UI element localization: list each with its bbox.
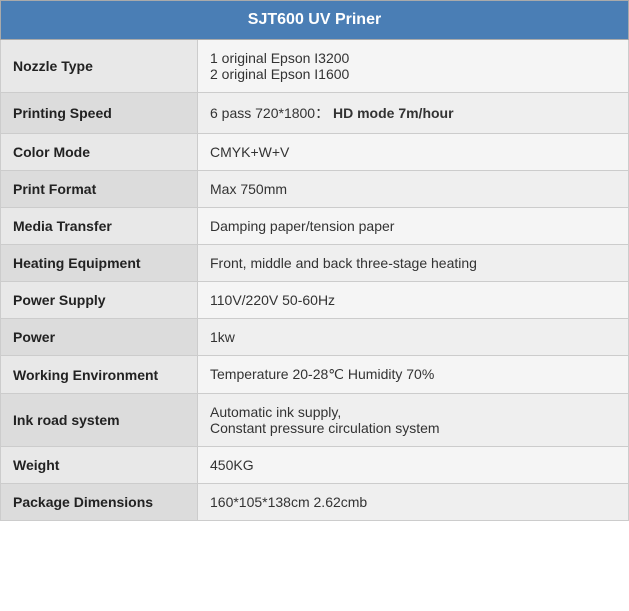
row-label: Color Mode [1,134,198,171]
row-label: Power [1,319,198,356]
row-label: Print Format [1,171,198,208]
row-value: Automatic ink supply,Constant pressure c… [198,394,629,447]
row-label: Media Transfer [1,208,198,245]
table-header-row: SJT600 UV Priner [1,1,629,40]
row-label: Working Environment [1,356,198,394]
table-row: Media TransferDamping paper/tension pape… [1,208,629,245]
spec-table: SJT600 UV Priner Nozzle Type1 original E… [0,0,629,521]
row-value: 6 pass 720*1800： HD mode 7m/hour [198,93,629,134]
row-label: Power Supply [1,282,198,319]
row-value: Temperature 20-28℃ Humidity 70% [198,356,629,394]
row-label: Package Dimensions [1,484,198,521]
row-value: Max 750mm [198,171,629,208]
table-row: Working EnvironmentTemperature 20-28℃ Hu… [1,356,629,394]
row-value: 110V/220V 50-60Hz [198,282,629,319]
row-value: Damping paper/tension paper [198,208,629,245]
table-row: Power1kw [1,319,629,356]
table-row: Print FormatMax 750mm [1,171,629,208]
table-title: SJT600 UV Priner [1,1,629,40]
table-row: Printing Speed6 pass 720*1800： HD mode 7… [1,93,629,134]
table-row: Color ModeCMYK+W+V [1,134,629,171]
row-value: CMYK+W+V [198,134,629,171]
row-value: Front, middle and back three-stage heati… [198,245,629,282]
table-row: Power Supply110V/220V 50-60Hz [1,282,629,319]
row-value: 450KG [198,447,629,484]
row-label: Printing Speed [1,93,198,134]
table-row: Heating EquipmentFront, middle and back … [1,245,629,282]
table-row: Nozzle Type1 original Epson I32002 origi… [1,40,629,93]
row-label: Heating Equipment [1,245,198,282]
row-label: Weight [1,447,198,484]
table-row: Weight450KG [1,447,629,484]
row-value: 160*105*138cm 2.62cmb [198,484,629,521]
table-row: Package Dimensions160*105*138cm 2.62cmb [1,484,629,521]
row-label: Ink road system [1,394,198,447]
row-value: 1 original Epson I32002 original Epson I… [198,40,629,93]
row-label: Nozzle Type [1,40,198,93]
row-value: 1kw [198,319,629,356]
table-row: Ink road systemAutomatic ink supply,Cons… [1,394,629,447]
